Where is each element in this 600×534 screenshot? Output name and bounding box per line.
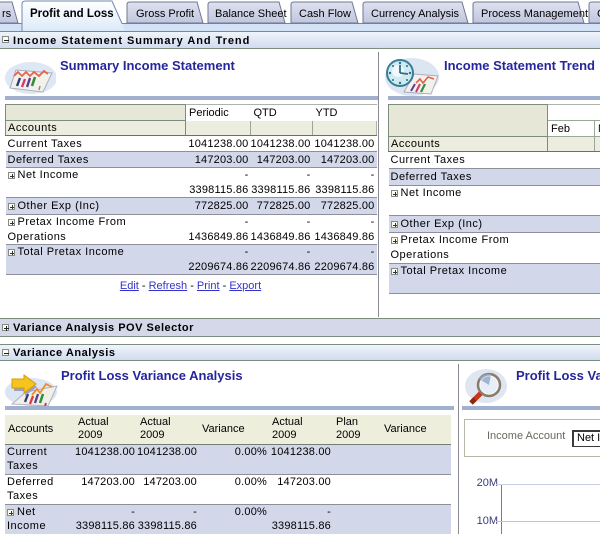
svg-text:Profit and Loss: Profit and Loss: [30, 8, 114, 20]
svg-text:Balance Sheet: Balance Sheet: [215, 8, 287, 20]
svg-text:Gross Profit: Gross Profit: [136, 8, 194, 20]
svg-text:rs: rs: [2, 8, 12, 20]
svg-text:Process Management: Process Management: [481, 8, 588, 20]
svg-text:Cash Flow: Cash Flow: [299, 8, 351, 20]
svg-text:Currency Analysis: Currency Analysis: [371, 8, 460, 20]
